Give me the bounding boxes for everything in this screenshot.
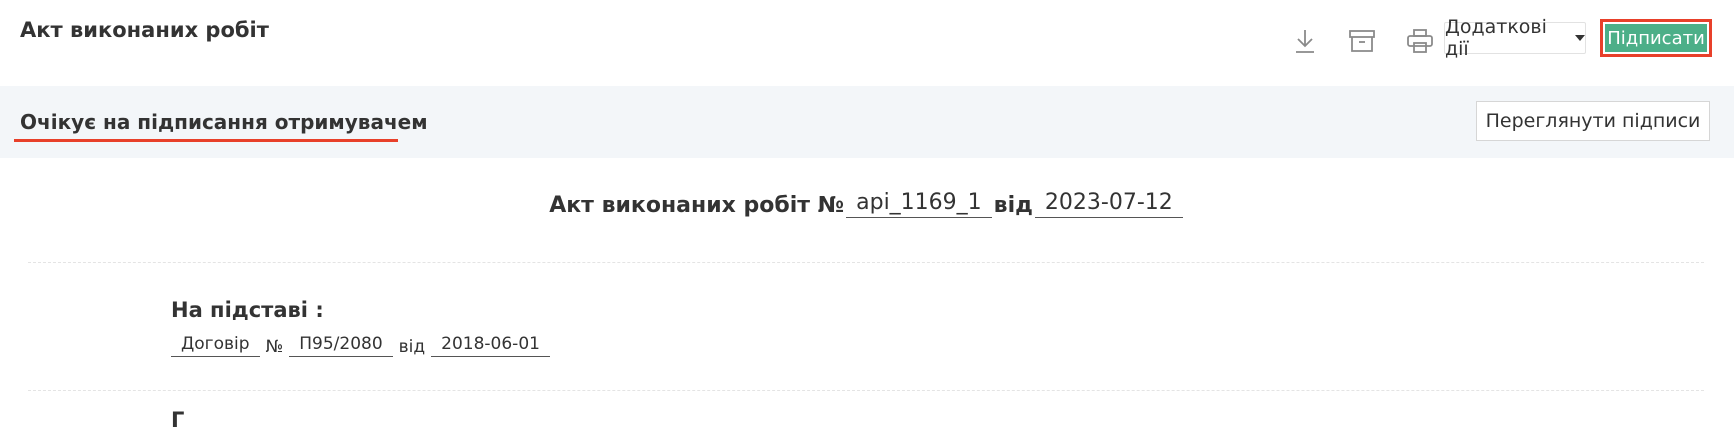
caret-down-icon xyxy=(1575,35,1585,41)
basis-number-sign: № xyxy=(265,337,284,357)
section-divider xyxy=(28,262,1704,263)
document-from-word: від xyxy=(993,193,1033,218)
basis-number-field: П95/2080 xyxy=(289,334,393,357)
basis-doc-type-field: Договір xyxy=(171,334,260,357)
basis-row: Договір № П95/2080 від 2018-06-01 xyxy=(171,334,550,357)
top-bar: Акт виконаних робіт Додаткові дії Підпис… xyxy=(0,0,1734,86)
archive-icon[interactable] xyxy=(1347,26,1377,56)
view-signatures-button[interactable]: Переглянути підписи xyxy=(1476,101,1710,141)
basis-from-word: від xyxy=(398,337,426,357)
document-heading-prefix: Акт виконаних робіт № xyxy=(549,193,845,218)
sign-button-highlight: Підписати xyxy=(1600,19,1712,57)
section-divider xyxy=(28,390,1704,391)
status-bar: Очікує на підписання отримувачем Перегля… xyxy=(0,86,1734,158)
page-title: Акт виконаних робіт xyxy=(20,18,269,42)
basis-date-field: 2018-06-01 xyxy=(431,334,550,357)
document-heading: Акт виконаних робіт № api_1169_1 від 202… xyxy=(0,190,1734,218)
download-icon[interactable] xyxy=(1290,26,1320,56)
document-number-field: api_1169_1 xyxy=(846,190,992,218)
more-actions-label: Додаткові дії xyxy=(1445,16,1547,60)
more-actions-dropdown[interactable]: Додаткові дії xyxy=(1444,16,1586,60)
document-date-field: 2023-07-12 xyxy=(1034,190,1183,218)
sign-button[interactable]: Підписати xyxy=(1605,24,1707,52)
basis-label: На підставі : xyxy=(171,298,324,322)
printer-icon[interactable] xyxy=(1405,26,1435,56)
status-highlight-underline xyxy=(14,139,398,142)
status-text: Очікує на підписання отримувачем xyxy=(20,110,428,134)
next-section-label: Г xyxy=(171,408,185,432)
